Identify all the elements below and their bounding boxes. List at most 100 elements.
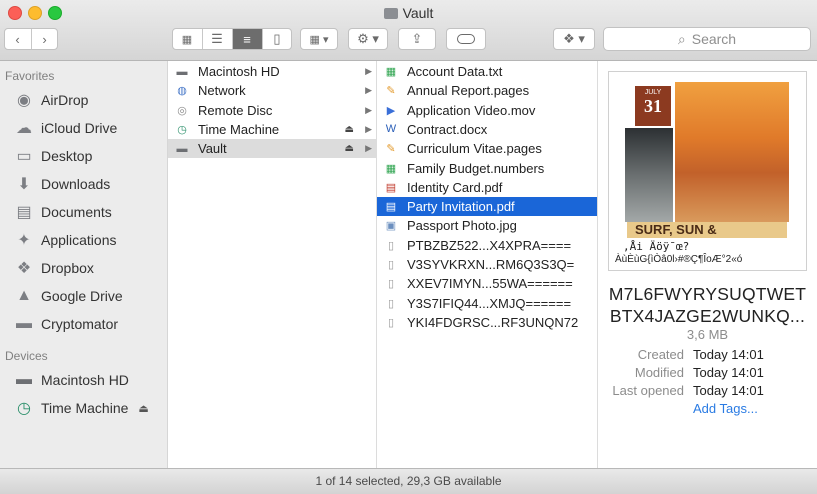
disclosure-arrow-icon: ▶	[365, 85, 372, 96]
file-row-xxev7imyn-55wa[interactable]: ▯ XXEV7IMYN...55WA======	[377, 274, 597, 293]
sidebar-item-label: Desktop	[41, 148, 93, 164]
sidebar-item-label: Time Machine	[41, 400, 129, 416]
thumb-garbled-line-2: ÀùÈùG{ìÒâ0l›#®Ç¶ÎoÆ°2«ó	[615, 254, 743, 265]
tag-button[interactable]	[446, 28, 486, 50]
window-title-area: Vault	[0, 5, 817, 21]
documents-icon: ▤	[16, 204, 32, 221]
location-row-vault[interactable]: ▬ Vault ⏏ ▶	[168, 139, 376, 159]
eject-icon[interactable]: ⏏	[138, 402, 148, 415]
preview-filename: M7L6FWYRYSUQTWET BTX4JAZGE2WUNKQ...	[598, 283, 817, 327]
column-view-button[interactable]: ≡	[232, 29, 263, 49]
thumb-month: JULY	[644, 89, 662, 96]
arrange-button[interactable]: ▦ ▾	[300, 28, 338, 50]
sidebar-device-macintosh-hd[interactable]: ▬ Macintosh HD	[14, 370, 129, 390]
list-view-button[interactable]: ☰	[203, 29, 233, 49]
sidebar-item-desktop[interactable]: ▭ Desktop	[14, 146, 92, 166]
location-row-network[interactable]: ◍ Network ▶	[168, 81, 376, 100]
thumb-garbled-line-1: ‚Åi Äöÿ¯œ?	[623, 240, 690, 253]
numbers-icon: ▦	[385, 66, 397, 78]
forward-button[interactable]: ›	[32, 29, 58, 49]
row-label: Macintosh HD	[198, 64, 280, 79]
status-text: 1 of 14 selected, 29,3 GB available	[315, 474, 502, 488]
file-row-contract-docx[interactable]: W Contract.docx	[377, 120, 597, 139]
arrange-grid-icon: ▦ ▾	[309, 33, 329, 46]
document-icon: ▯	[387, 259, 395, 271]
network-icon: ◍	[177, 85, 187, 98]
sidebar-item-dropbox[interactable]: ❖ Dropbox	[14, 258, 94, 278]
image-icon: ▣	[385, 220, 397, 233]
column-vault-files: ▦ Account Data.txt ✎ Annual Report.pages ▶ Ap…	[377, 61, 598, 468]
dropbox-toolbar-button[interactable]: ❖ ▾	[553, 28, 595, 50]
time-machine-icon: ◷	[17, 400, 31, 417]
file-row-yki4fdgrsc-rf3unqn72[interactable]: ▯ YKI4FDGRSC...RF3UNQN72	[377, 313, 597, 332]
eject-icon[interactable]: ⏏	[345, 143, 354, 154]
cloud-icon: ☁	[16, 120, 32, 137]
pdf-icon: ▤	[385, 181, 397, 194]
sidebar-item-label: AirDrop	[41, 92, 89, 108]
last-opened-value: Today 14:01	[693, 383, 764, 398]
search-placeholder: Search	[691, 31, 737, 47]
applications-icon: ✦	[17, 232, 31, 249]
sidebar-device-time-machine[interactable]: ◷ Time Machine ⏏	[14, 398, 149, 418]
file-row-family-budget-numbers[interactable]: ▦ Family Budget.numbers	[377, 159, 597, 178]
cover-flow-button[interactable]: ▯	[263, 29, 292, 49]
airdrop-icon: ◉	[17, 92, 31, 109]
document-icon: ▯	[387, 316, 395, 329]
file-row-y3s7ifiq44-xmjq[interactable]: ▯ Y3S7IFIQ44...XMJQ======	[377, 294, 597, 313]
disclosure-arrow-icon: ▶	[365, 66, 372, 76]
eject-icon[interactable]: ⏏	[345, 124, 354, 135]
row-label: Time Machine	[198, 121, 280, 137]
row-label: Remote Disc	[198, 102, 273, 118]
document-icon: ▯	[387, 239, 395, 252]
disclosure-arrow-icon: ▶	[365, 123, 372, 134]
drive-icon: ▬	[176, 142, 188, 155]
location-row-macintosh-hd[interactable]: ▬ Macintosh HD ▶	[168, 62, 376, 81]
add-tags-link[interactable]: Add Tags...	[693, 401, 758, 416]
sidebar-item-google-drive[interactable]: ▲ Google Drive	[14, 286, 123, 306]
icon-view-button[interactable]: ▦	[173, 29, 203, 49]
file-row-curriculum-vitae-pages[interactable]: ✎ Curriculum Vitae.pages	[377, 139, 597, 158]
sidebar-item-cryptomator[interactable]: ▬ Cryptomator	[14, 314, 118, 334]
file-row-identity-card-pdf[interactable]: ▤ Identity Card.pdf	[377, 178, 597, 197]
file-row-v3syvkrxn-rm6q3s3q[interactable]: ▯ V3SYVKRXN...RM6Q3S3Q=	[377, 255, 597, 274]
numbers-icon: ▦	[385, 162, 397, 175]
search-field[interactable]: ⌕ Search	[603, 27, 811, 51]
sidebar-item-label: Applications	[41, 232, 117, 248]
google-drive-icon: ▲	[16, 287, 32, 304]
location-row-remote-disc[interactable]: ◎ Remote Disc ▶	[168, 101, 376, 120]
file-row-party-invitation-pdf[interactable]: ▤ Party Invitation.pdf	[377, 197, 597, 217]
location-row-time-machine[interactable]: ◷ Time Machine ⏏ ▶	[168, 120, 376, 139]
share-button[interactable]: ⇪	[398, 28, 436, 50]
sidebar-item-icloud-drive[interactable]: ☁ iCloud Drive	[14, 118, 117, 138]
preview-pane: JULY 31 SURF, SUN & ‚Åi Äöÿ¯œ? ÀùÈùG{ìÒâ…	[598, 61, 817, 468]
dropbox-icon: ❖	[16, 260, 32, 277]
tag-icon	[457, 34, 475, 44]
file-row-passport-photo-jpg[interactable]: ▣ Passport Photo.jpg	[377, 216, 597, 235]
thumb-sunset-photo	[675, 82, 789, 222]
gear-icon: ⚙ ▾	[357, 31, 379, 46]
sidebar-item-documents[interactable]: ▤ Documents	[14, 202, 111, 222]
downloads-icon: ⬇	[17, 176, 31, 193]
disclosure-arrow-icon: ▶	[365, 104, 372, 115]
file-row-annual-report-pages[interactable]: ✎ Annual Report.pages	[377, 81, 597, 100]
sidebar-item-applications[interactable]: ✦ Applications	[14, 230, 117, 250]
row-label: YKI4FDGRSC...RF3UNQN72	[407, 314, 579, 330]
back-button[interactable]: ‹	[5, 29, 32, 49]
list-icon: ☰	[211, 31, 223, 46]
sidebar-item-label: Macintosh HD	[41, 372, 129, 388]
row-label: PTBZBZ522...X4XPRA====	[407, 237, 572, 253]
file-row-ptbzbz522-x4xpra[interactable]: ▯ PTBZBZ522...X4XPRA====	[377, 236, 597, 255]
sidebar-item-downloads[interactable]: ⬇ Downloads	[14, 174, 110, 194]
file-row-account-data-txt[interactable]: ▦ Account Data.txt	[377, 62, 597, 81]
document-icon: ▯	[387, 278, 395, 291]
chevron-right-icon: ›	[42, 31, 47, 47]
status-bar: 1 of 14 selected, 29,3 GB available	[0, 468, 817, 494]
grid-icon: ▦	[181, 33, 193, 46]
file-row-application-video-mov[interactable]: ▶ Application Video.mov	[377, 101, 597, 120]
video-icon: ▶	[386, 104, 396, 117]
cover-flow-icon: ▯	[273, 31, 281, 46]
chevron-left-icon: ‹	[15, 31, 20, 47]
sidebar-item-airdrop[interactable]: ◉ AirDrop	[14, 90, 88, 110]
action-button[interactable]: ⚙ ▾	[348, 28, 388, 50]
column-locations: ▬ Macintosh HD ▶ ◍ Network ▶ ◎ Remote Disc ▶ ◷ Tim…	[168, 61, 377, 468]
